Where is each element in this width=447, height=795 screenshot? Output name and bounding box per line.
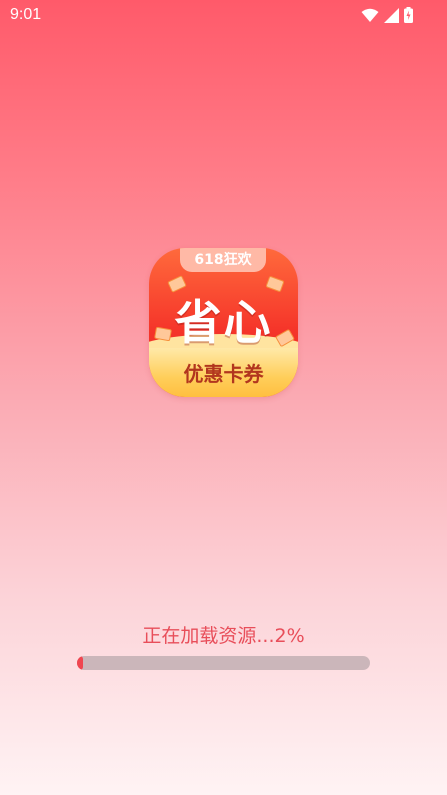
loading-progress-bar	[77, 656, 370, 670]
cell-signal-icon	[384, 7, 399, 23]
logo-main-text: 省心	[174, 296, 273, 351]
status-time: 9:01	[10, 6, 42, 23]
loading-status-text: 正在加载资源...2%	[142, 625, 305, 647]
status-bar: 9:01	[0, 0, 447, 30]
status-icons	[361, 7, 413, 23]
wifi-icon	[361, 8, 379, 23]
app-logo: 618狂欢 省心 优惠卡券	[149, 248, 298, 397]
logo-tag: 618狂欢	[180, 248, 266, 272]
logo-bottom-label: 优惠卡券	[149, 348, 298, 397]
battery-charging-icon	[404, 7, 413, 23]
coupon-decoration-icon	[154, 326, 172, 342]
loading-progress-fill	[77, 656, 83, 670]
